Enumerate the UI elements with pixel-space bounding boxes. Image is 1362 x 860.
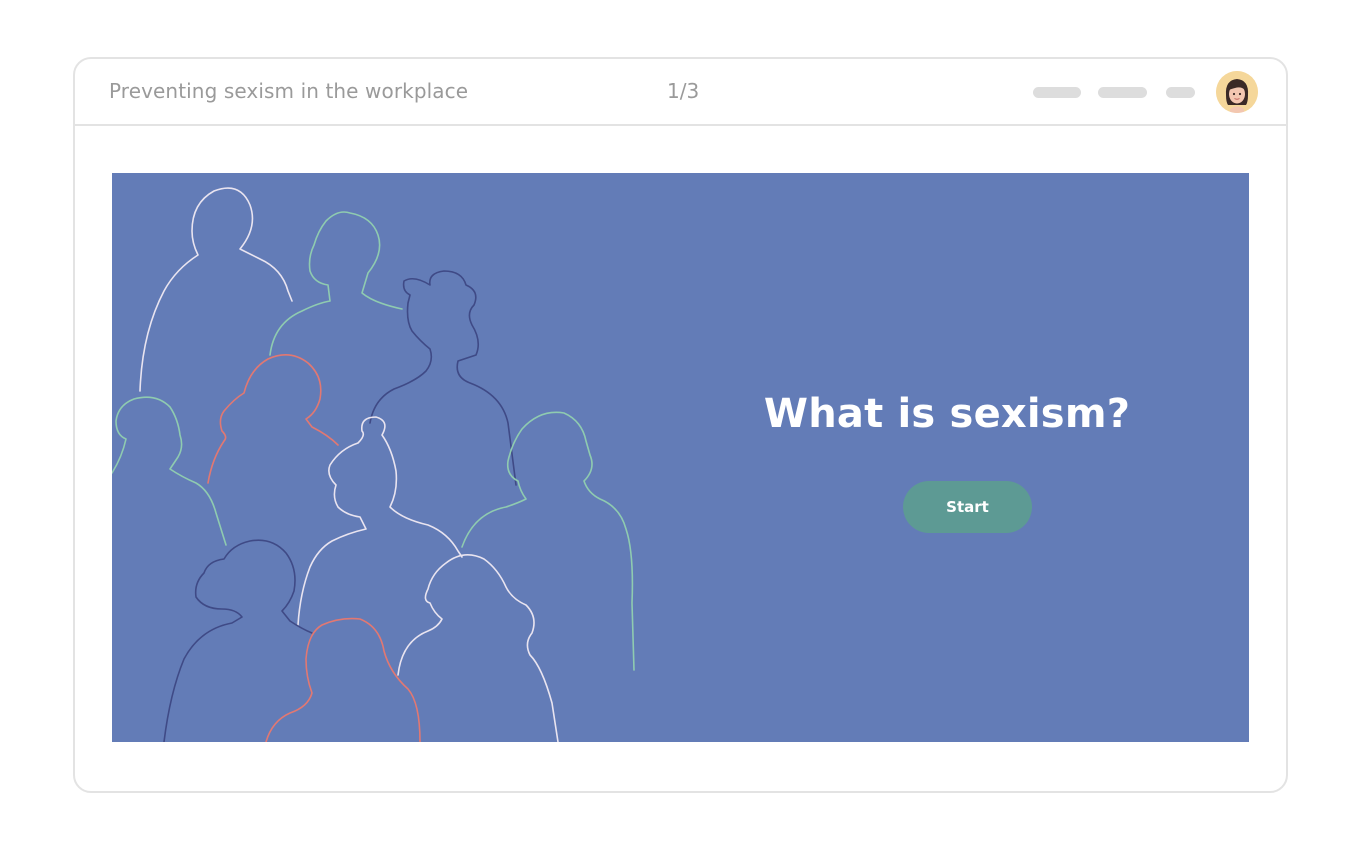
silhouette-white-1 [139, 187, 293, 392]
page-counter: 1/3 [667, 79, 700, 103]
silhouette-coral-1 [207, 354, 339, 484]
people-silhouettes-illustration [112, 187, 635, 742]
course-title: Preventing sexism in the workplace [109, 79, 469, 103]
nav-pill-3[interactable] [1166, 87, 1195, 98]
nav-pill-1[interactable] [1033, 87, 1081, 98]
silhouette-white-3 [397, 554, 559, 742]
silhouette-white-2 [297, 416, 463, 626]
silhouette-green-1 [269, 211, 403, 356]
app-window: Preventing sexism in the workplace 1/3 W… [73, 57, 1288, 793]
silhouette-green-2 [112, 396, 227, 546]
silhouette-coral-2 [265, 617, 421, 742]
silhouette-green-3 [461, 411, 635, 671]
avatar-face-icon [1216, 71, 1258, 113]
start-button[interactable]: Start [903, 481, 1032, 533]
silhouette-dark-2 [163, 539, 313, 742]
nav-pill-2[interactable] [1098, 87, 1147, 98]
user-avatar-icon[interactable] [1216, 71, 1258, 113]
intro-slide: What is sexism? Start [112, 173, 1249, 742]
top-bar: Preventing sexism in the workplace 1/3 [75, 59, 1286, 126]
slide-title: What is sexism? [763, 391, 1131, 437]
